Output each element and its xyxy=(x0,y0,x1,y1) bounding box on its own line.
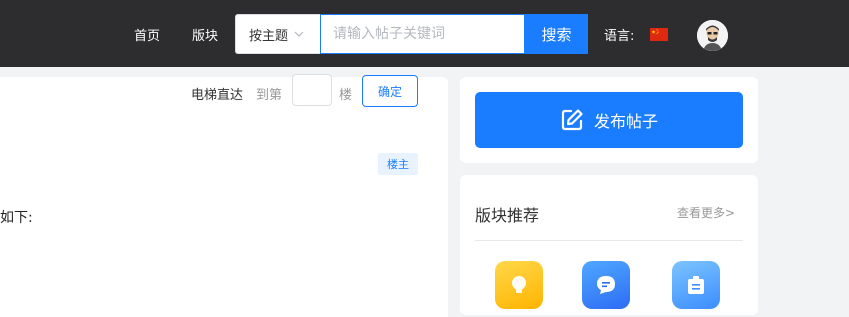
chat-bubble-icon xyxy=(597,276,615,294)
board-recommend-title: 版块推荐 xyxy=(475,206,540,225)
publish-post-button[interactable]: 发布帖子 xyxy=(475,92,743,148)
search-input[interactable] xyxy=(320,14,525,54)
owner-badge: 楼主 xyxy=(378,153,418,175)
board-item-3[interactable] xyxy=(672,261,720,309)
nav-boards-link[interactable]: 版块 xyxy=(192,25,218,44)
board-item-1[interactable] xyxy=(495,261,543,309)
floor-number-input[interactable] xyxy=(292,74,332,106)
divider xyxy=(475,240,743,241)
search-mode-label: 按主题 xyxy=(249,28,289,44)
elevator-to-label: 到第 xyxy=(256,88,283,103)
top-navbar: 首页 版块 按主题 搜索 语言: xyxy=(0,0,849,67)
language-label: 语言: xyxy=(604,29,635,44)
chevron-down-icon xyxy=(294,31,304,37)
board-item-2[interactable] xyxy=(582,261,630,309)
post-main-panel xyxy=(0,77,448,317)
elevator-floor-label: 楼 xyxy=(339,88,353,103)
see-more-link[interactable]: 查看更多> xyxy=(677,204,735,221)
post-content-text: 如下: xyxy=(0,210,33,226)
clipboard-icon xyxy=(688,276,704,294)
lightbulb-icon xyxy=(512,276,526,293)
elevator-label: 电梯直达 xyxy=(191,88,244,103)
search-mode-select[interactable]: 按主题 xyxy=(235,14,320,54)
nav-home-link[interactable]: 首页 xyxy=(134,25,160,44)
board-recommend-card: 版块推荐 查看更多> xyxy=(460,175,758,315)
publish-card: 发布帖子 xyxy=(460,77,758,163)
user-avatar[interactable] xyxy=(697,20,728,51)
china-flag-icon[interactable] xyxy=(650,28,668,41)
publish-post-label: 发布帖子 xyxy=(593,112,658,131)
search-button[interactable]: 搜索 xyxy=(525,14,588,54)
edit-icon xyxy=(561,109,583,131)
confirm-button[interactable]: 确定 xyxy=(362,75,418,107)
avatar-image xyxy=(697,20,728,51)
